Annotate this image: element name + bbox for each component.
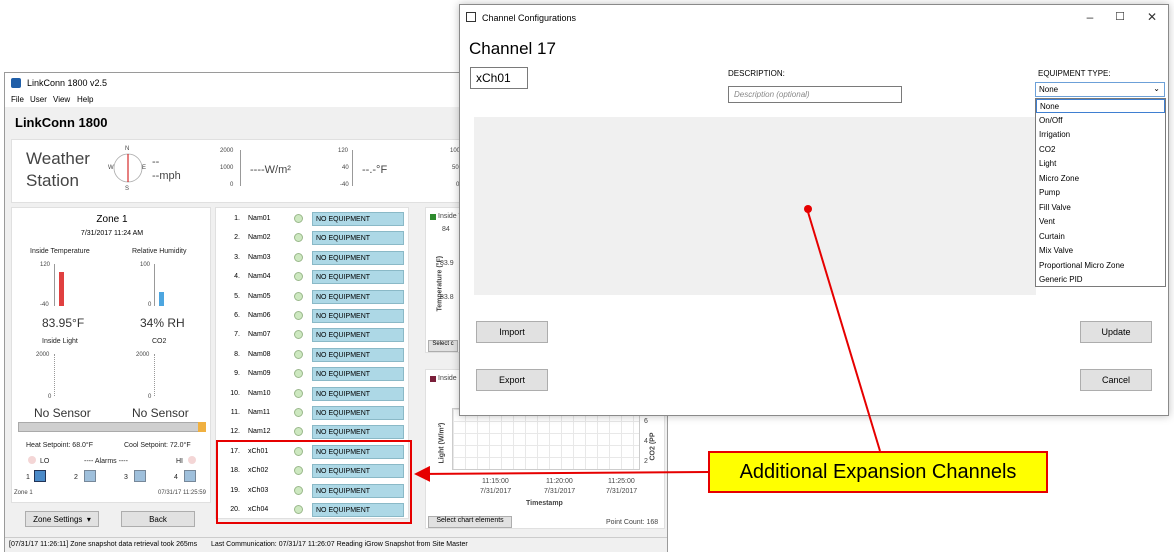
expansion-channels-callout: Additional Expansion Channels	[708, 451, 1048, 493]
callout-arrow-to-dialog	[807, 211, 881, 452]
callout-arrow-to-channels	[414, 465, 709, 482]
